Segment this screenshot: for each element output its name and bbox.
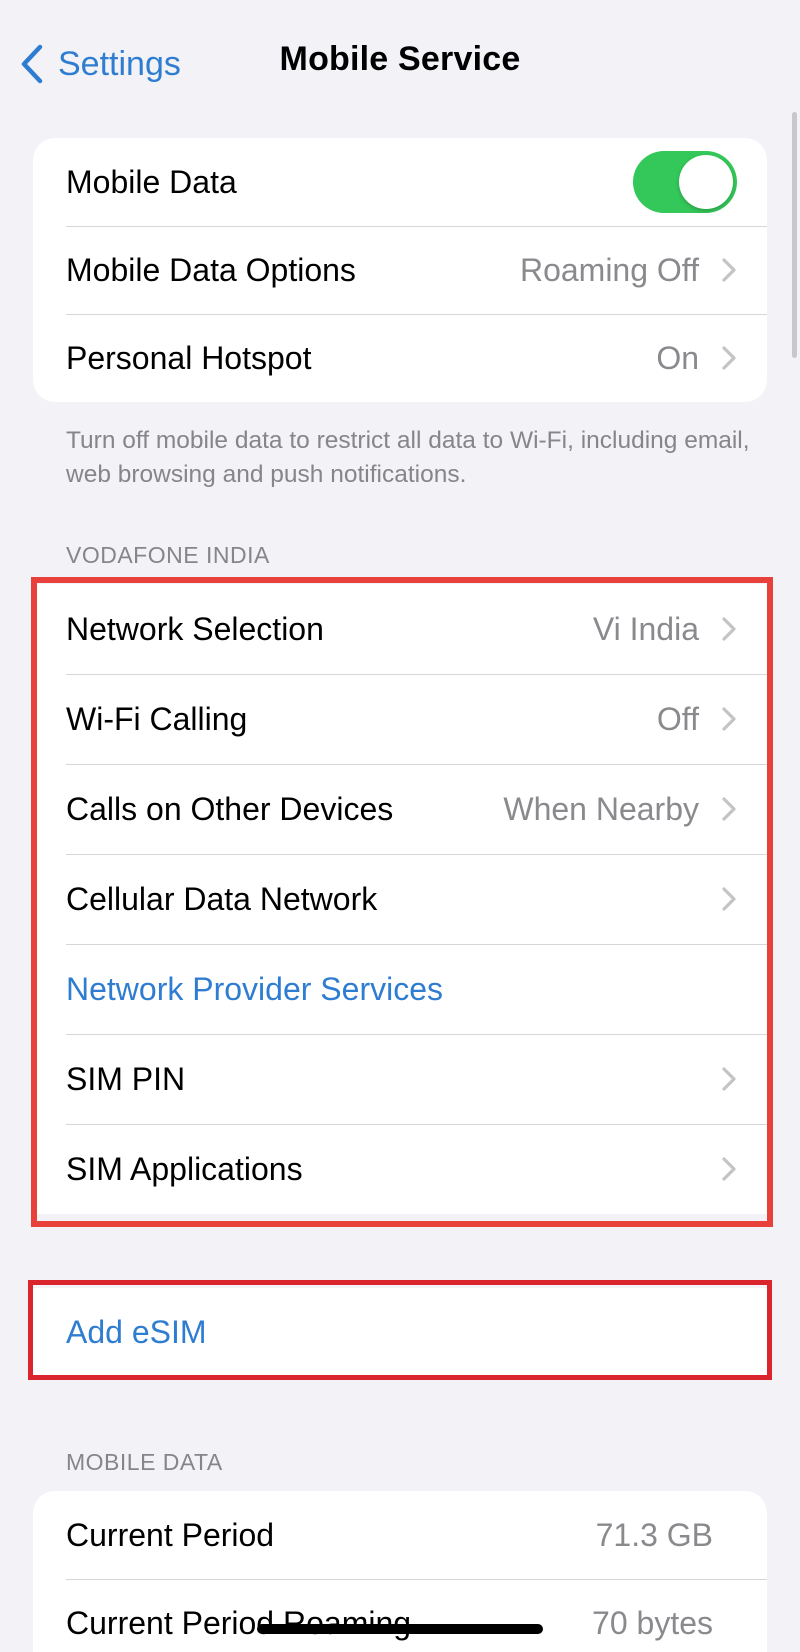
chevron-right-icon — [722, 797, 736, 821]
chevron-right-icon — [722, 258, 736, 282]
wifi-calling-label: Wi-Fi Calling — [66, 700, 248, 737]
mobile-data-options-label: Mobile Data Options — [66, 251, 356, 288]
chevron-right-icon — [722, 346, 736, 370]
mobile-data-options-value: Roaming Off — [519, 251, 699, 288]
row-sim-applications[interactable]: SIM Applications — [33, 1124, 767, 1214]
chevron-right-icon — [722, 887, 736, 911]
page-title: Mobile Service — [279, 40, 521, 78]
sim-applications-label: SIM Applications — [66, 1150, 303, 1187]
home-indicator[interactable] — [257, 1624, 543, 1634]
row-personal-hotspot[interactable]: Personal Hotspot On — [33, 314, 767, 402]
row-cellular-data-network[interactable]: Cellular Data Network — [33, 854, 767, 944]
scrollbar[interactable] — [792, 112, 797, 358]
calls-other-devices-value: When Nearby — [503, 790, 699, 827]
row-mobile-data: Mobile Data — [33, 138, 767, 226]
network-provider-services-link: Network Provider Services — [66, 970, 443, 1007]
network-selection-value: Vi India — [592, 610, 699, 647]
chevron-right-icon — [722, 617, 736, 641]
add-esim-label: Add eSIM — [66, 1313, 207, 1350]
carrier-group: Network Selection Vi India Wi-Fi Calling… — [33, 584, 767, 1214]
mobile-data-group: Mobile Data Mobile Data Options Roaming … — [33, 138, 767, 402]
network-selection-label: Network Selection — [66, 610, 324, 647]
row-mobile-data-options[interactable]: Mobile Data Options Roaming Off — [33, 226, 767, 314]
mobile-data-toggle[interactable] — [633, 151, 737, 213]
current-period-value: 71.3 GB — [595, 1516, 713, 1553]
row-calls-other-devices[interactable]: Calls on Other Devices When Nearby — [33, 764, 767, 854]
mobile-data-label: Mobile Data — [66, 163, 237, 200]
mobile-service-screen: Settings Mobile Service Mobile Data Mobi… — [0, 0, 800, 1652]
chevron-right-icon — [722, 1157, 736, 1181]
chevron-right-icon — [722, 1067, 736, 1091]
chevron-right-icon — [722, 707, 736, 731]
row-sim-pin[interactable]: SIM PIN — [33, 1034, 767, 1124]
toggle-knob — [679, 155, 733, 209]
esim-group: Add eSIM — [33, 1288, 767, 1376]
mobile-data-footer: Turn off mobile data to restrict all dat… — [66, 427, 750, 488]
carrier-section-header: VODAFONE INDIA — [66, 542, 270, 568]
add-esim-button[interactable]: Add eSIM — [33, 1288, 767, 1376]
current-period-label: Current Period — [66, 1516, 275, 1553]
wifi-calling-value: Off — [656, 700, 699, 737]
current-period-roaming-value: 70 bytes — [592, 1604, 713, 1641]
cellular-data-network-label: Cellular Data Network — [66, 880, 378, 917]
row-current-period: Current Period 71.3 GB — [33, 1491, 767, 1579]
current-period-roaming-label: Current Period Roaming — [66, 1604, 412, 1641]
personal-hotspot-value: On — [656, 339, 699, 376]
row-network-selection[interactable]: Network Selection Vi India — [33, 584, 767, 674]
row-network-provider-services[interactable]: Network Provider Services — [33, 944, 767, 1034]
personal-hotspot-label: Personal Hotspot — [66, 339, 312, 376]
sim-pin-label: SIM PIN — [66, 1060, 186, 1097]
navigation-bar: Settings Mobile Service — [0, 0, 800, 128]
row-current-period-roaming: Current Period Roaming 70 bytes — [33, 1579, 767, 1652]
row-wifi-calling[interactable]: Wi-Fi Calling Off — [33, 674, 767, 764]
usage-section-header: MOBILE DATA — [66, 1449, 223, 1475]
calls-other-devices-label: Calls on Other Devices — [66, 790, 394, 827]
